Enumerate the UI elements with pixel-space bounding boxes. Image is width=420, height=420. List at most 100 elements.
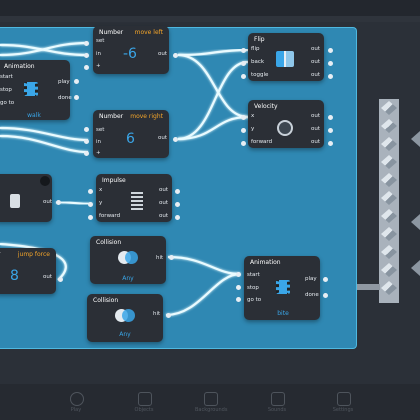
node-title: Number bbox=[99, 29, 124, 36]
out-port[interactable] bbox=[173, 137, 178, 142]
out-port[interactable] bbox=[56, 200, 61, 205]
node-tag: move left bbox=[134, 29, 163, 36]
out-port[interactable] bbox=[58, 277, 63, 282]
sounds-label: Sounds bbox=[267, 407, 287, 413]
in-port[interactable] bbox=[241, 115, 246, 120]
number-move-right-node[interactable]: Number move right set in + 6 out bbox=[93, 110, 169, 158]
out-port[interactable] bbox=[323, 277, 328, 282]
out-port[interactable] bbox=[328, 61, 333, 66]
out-port[interactable] bbox=[175, 189, 180, 194]
in-port[interactable] bbox=[88, 215, 93, 220]
in-port-plus[interactable] bbox=[84, 65, 89, 70]
objects-button[interactable]: Objects bbox=[129, 392, 159, 414]
impulse-node[interactable]: Impulse x y forward out out out bbox=[96, 174, 172, 222]
film-icon bbox=[276, 280, 290, 294]
collision-icon bbox=[115, 309, 135, 325]
collision-target: Any bbox=[122, 275, 134, 282]
animation-name: walk bbox=[27, 112, 41, 119]
in-port-plus[interactable] bbox=[84, 151, 89, 156]
in-port[interactable] bbox=[236, 272, 241, 277]
pin-in: in bbox=[96, 139, 102, 145]
out-port[interactable] bbox=[328, 48, 333, 53]
collision-node-2[interactable]: Collision hit Any bbox=[87, 294, 163, 342]
node-title: Animation bbox=[4, 63, 35, 70]
pin-out: out bbox=[311, 46, 321, 52]
collision-icon bbox=[118, 251, 138, 267]
animation-walk-node[interactable]: Animation start stop go to play done wal… bbox=[0, 60, 72, 120]
sliders-icon bbox=[337, 392, 351, 406]
out-port[interactable] bbox=[166, 313, 171, 318]
pin-set: set bbox=[96, 127, 105, 133]
pin-play: play bbox=[305, 276, 317, 282]
backgrounds-button[interactable]: Backgrounds bbox=[195, 392, 227, 414]
pin-x: x bbox=[251, 113, 255, 119]
node-title: Flip bbox=[254, 36, 265, 43]
node-title: Collision bbox=[93, 297, 119, 304]
speaker-icon bbox=[271, 392, 285, 406]
pin-forward: forward bbox=[99, 213, 121, 219]
pin-plus: + bbox=[96, 63, 101, 69]
pin-out: out bbox=[159, 187, 169, 193]
number-value[interactable]: 8 bbox=[10, 268, 19, 284]
animation-name: bite bbox=[277, 310, 289, 317]
in-port[interactable] bbox=[241, 61, 246, 66]
out-port[interactable] bbox=[323, 293, 328, 298]
play-button[interactable]: Play bbox=[61, 392, 91, 414]
in-port[interactable] bbox=[236, 297, 241, 302]
out-port[interactable] bbox=[175, 202, 180, 207]
in-port-in[interactable] bbox=[84, 53, 89, 58]
in-port[interactable] bbox=[241, 74, 246, 79]
flip-icon bbox=[276, 51, 294, 67]
number-value[interactable]: 6 bbox=[126, 131, 135, 147]
out-port[interactable] bbox=[173, 53, 178, 58]
settings-label: Settings bbox=[332, 407, 354, 413]
node-title: Collision bbox=[96, 239, 122, 246]
pin-out: out bbox=[311, 72, 321, 78]
collision-node-1[interactable]: Collision hit Any bbox=[90, 236, 166, 284]
cube-icon bbox=[138, 392, 152, 406]
sounds-button[interactable]: Sounds bbox=[262, 392, 292, 414]
number-jump-force-node[interactable]: r jump force 8 out bbox=[0, 248, 56, 294]
pin-stop: stop bbox=[247, 285, 259, 291]
pin-back: back bbox=[251, 59, 265, 65]
pin-go-to: go to bbox=[247, 297, 262, 303]
in-port[interactable] bbox=[88, 189, 93, 194]
toggle-knob-icon[interactable] bbox=[40, 176, 50, 186]
out-port[interactable] bbox=[74, 95, 79, 100]
number-move-left-node[interactable]: Number move left set in + -6 out bbox=[93, 26, 169, 74]
out-port[interactable] bbox=[328, 115, 333, 120]
pin-out: out bbox=[158, 135, 168, 141]
switch-icon bbox=[10, 194, 20, 208]
node-tag: move right bbox=[130, 113, 163, 120]
pin-stop: stop bbox=[0, 87, 12, 93]
pin-start: start bbox=[0, 74, 13, 80]
out-port[interactable] bbox=[328, 141, 333, 146]
in-port[interactable] bbox=[241, 48, 246, 53]
in-port-in[interactable] bbox=[84, 139, 89, 144]
out-port[interactable] bbox=[328, 74, 333, 79]
out-port[interactable] bbox=[74, 79, 79, 84]
collision-target: Any bbox=[119, 331, 131, 338]
pin-toggle: toggle bbox=[251, 72, 269, 78]
in-port[interactable] bbox=[88, 202, 93, 207]
node-title: Velocity bbox=[254, 103, 278, 110]
in-port-set[interactable] bbox=[84, 127, 89, 132]
out-port[interactable] bbox=[328, 128, 333, 133]
in-port[interactable] bbox=[241, 141, 246, 146]
flip-node[interactable]: Flip flip back toggle out out out bbox=[248, 33, 324, 81]
pin-flip: flip bbox=[251, 46, 260, 52]
pin-in: in bbox=[96, 51, 102, 57]
number-value[interactable]: -6 bbox=[123, 46, 137, 62]
switch-node[interactable]: out bbox=[0, 174, 52, 222]
in-port-set[interactable] bbox=[84, 41, 89, 46]
velocity-node[interactable]: Velocity x y forward out out out bbox=[248, 100, 324, 148]
out-port[interactable] bbox=[175, 215, 180, 220]
pin-y: y bbox=[251, 126, 255, 132]
in-port[interactable] bbox=[236, 285, 241, 290]
play-icon bbox=[70, 392, 84, 406]
in-port[interactable] bbox=[241, 128, 246, 133]
out-port[interactable] bbox=[169, 255, 174, 260]
settings-button[interactable]: Settings bbox=[328, 392, 358, 414]
pin-plus: + bbox=[96, 150, 101, 156]
animation-bite-node[interactable]: Animation start stop go to play done bit… bbox=[244, 256, 320, 320]
